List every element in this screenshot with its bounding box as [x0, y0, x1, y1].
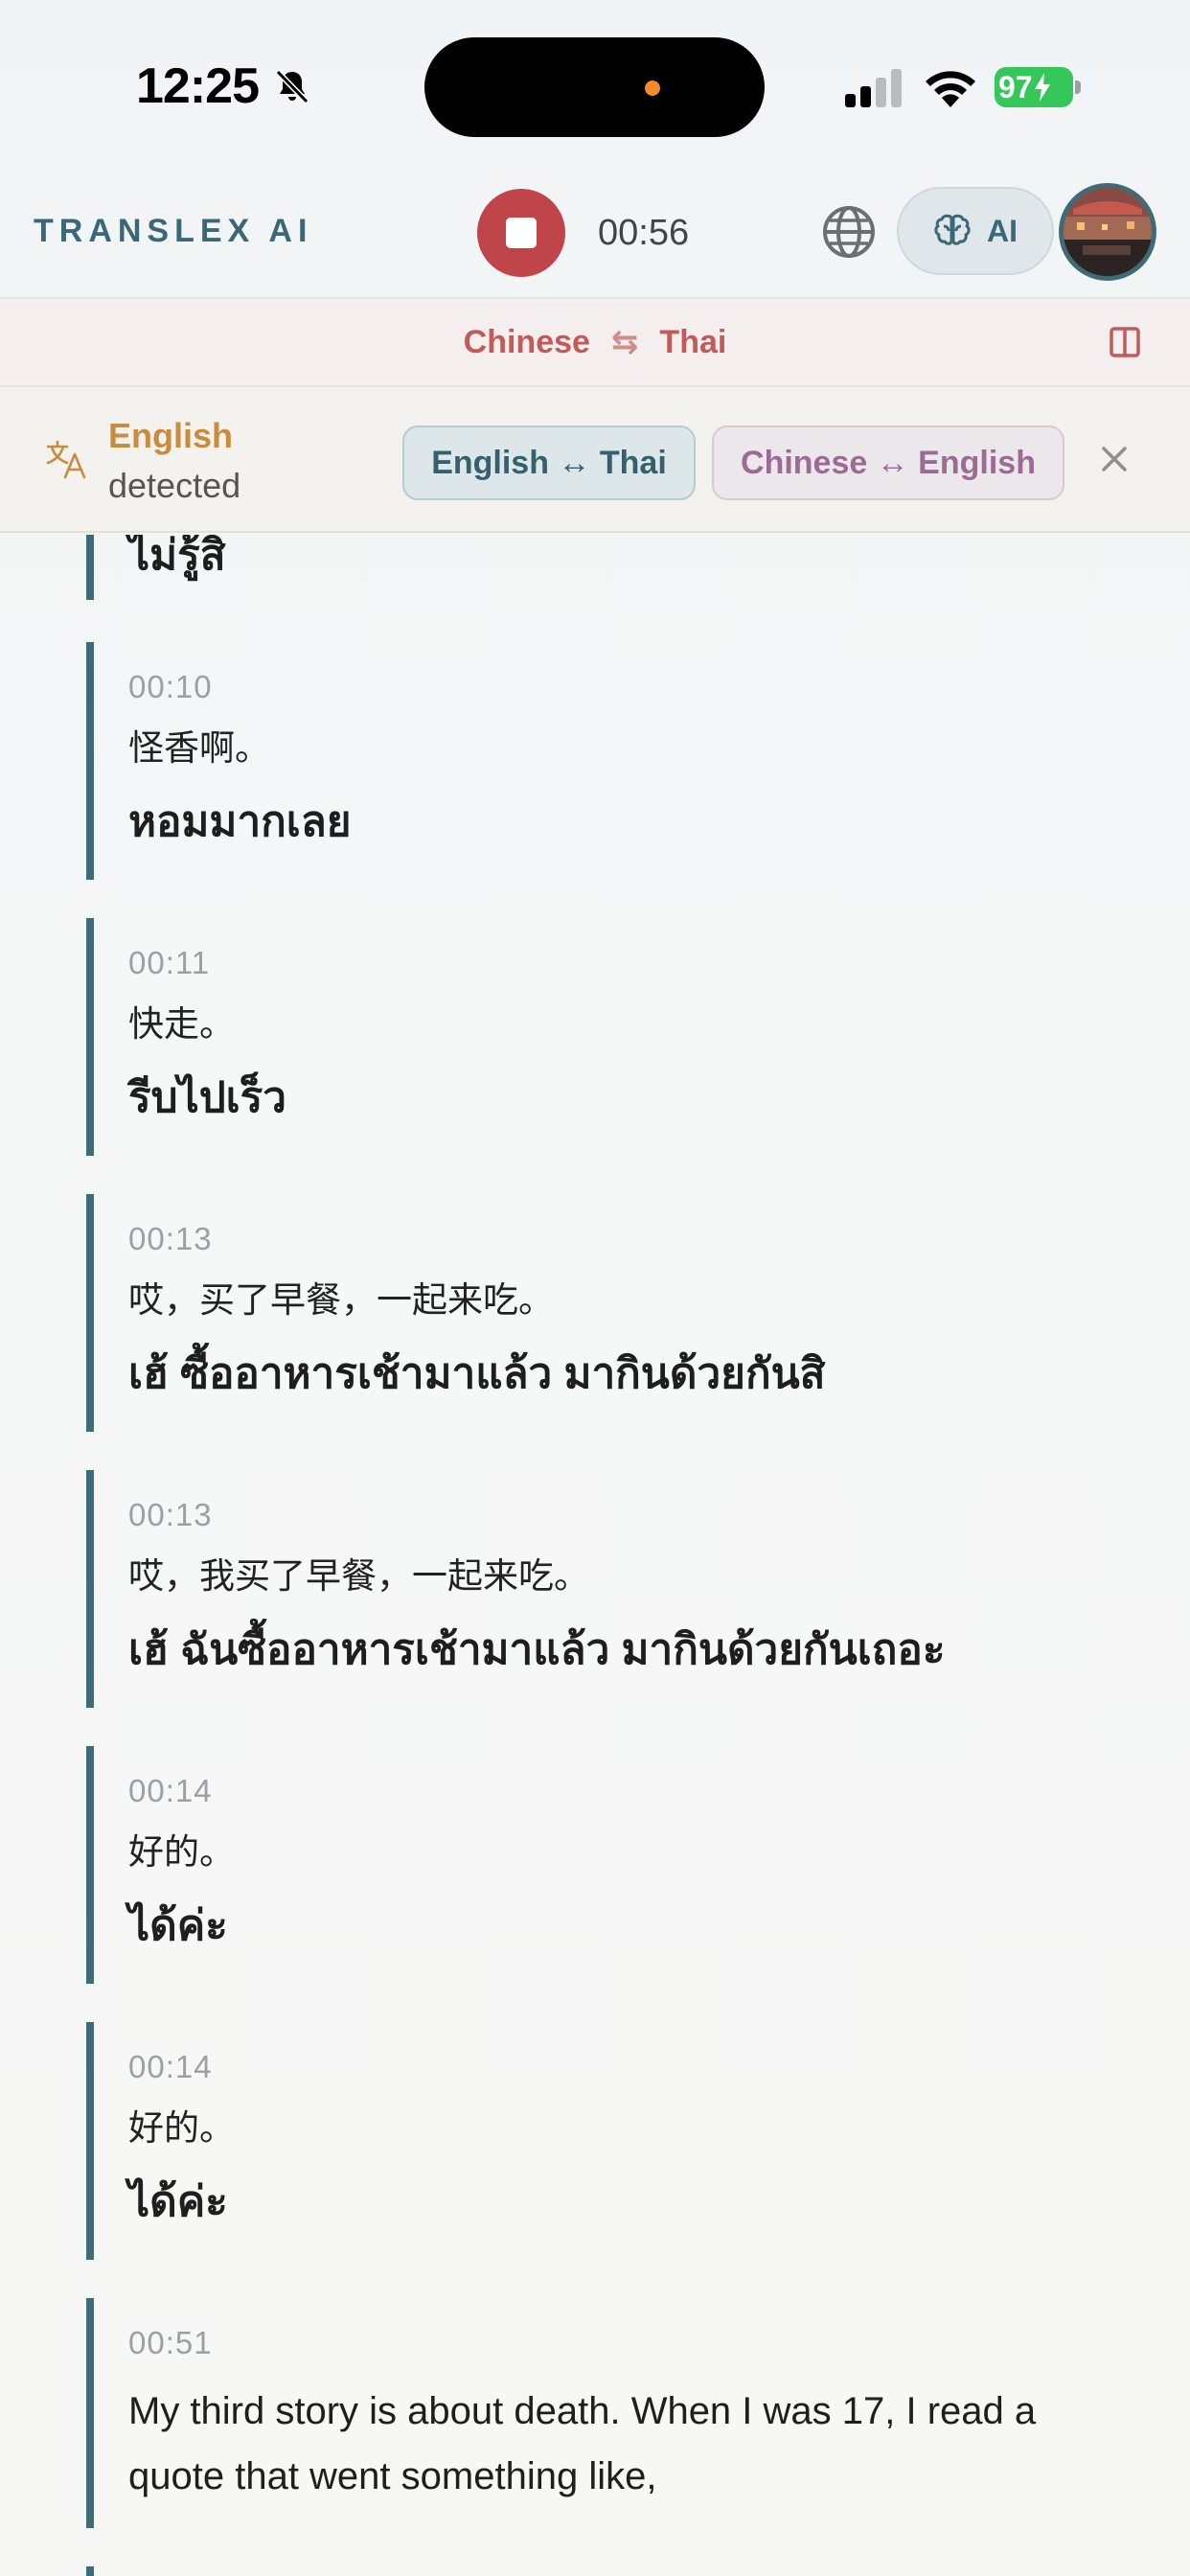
entry-translation: ได้ค่ะ — [128, 1902, 228, 1949]
transcript-list[interactable]: ไม่รู้สิ 00:10 怪香啊。 หอมมากเลย 00:11 快走。 … — [0, 535, 1190, 2576]
mic-indicator-icon — [645, 80, 660, 96]
globe-icon[interactable] — [821, 204, 877, 260]
transcript-entry: 00:10 怪香啊。 หอมมากเลย — [86, 642, 1140, 880]
app-header: TRANSLEX AI 00:56 AI — [0, 172, 1190, 299]
ai-toggle-button[interactable]: AI — [897, 187, 1054, 275]
status-bar: 12:25 97 — [0, 0, 1190, 172]
entry-source-text: My third story is about death. When I wa… — [128, 2390, 1037, 2497]
battery-cap — [1075, 80, 1081, 94]
battery-indicator: 97 — [995, 67, 1073, 107]
transcript-entry: 00:51 My third story is about death. Whe… — [86, 2298, 1140, 2528]
entry-source-text: 哎，我买了早餐，一起来吃。 — [128, 1556, 589, 1596]
transcript-entry: 00:14 好的。 ได้ค่ะ — [86, 1746, 1140, 1984]
entry-translation: ได้ค่ะ — [128, 2178, 228, 2225]
transcript-entry: 00:13 哎，我买了早餐，一起来吃。 เฮ้ ฉันซื้ออาหารเช้า… — [86, 1470, 1140, 1708]
english-thai-option-button[interactable]: English ↔ Thai — [402, 426, 696, 500]
swap-arrows-icon[interactable]: ⇆ — [611, 323, 639, 361]
recording-timer: 00:56 — [598, 213, 690, 253]
language-detected-banner: English detected English ↔ Thai Chinese … — [0, 385, 1190, 533]
brain-icon — [934, 214, 971, 245]
status-time: 12:25 — [136, 58, 260, 114]
entry-timestamp: 00:14 — [128, 1773, 213, 1808]
entry-timestamp: 00:51 — [128, 2325, 213, 2360]
entry-timestamp: 00:13 — [128, 1497, 213, 1532]
source-language[interactable]: Chinese — [464, 324, 590, 361]
entry-timestamp: 00:10 — [128, 669, 213, 704]
entry-source-text: 怪香啊。 — [128, 728, 270, 768]
transcript-entry: ไม่รู้สิ — [86, 535, 1140, 600]
dynamic-island — [424, 37, 765, 137]
avatar-photo — [1064, 188, 1152, 276]
translate-icon — [46, 440, 86, 479]
entry-timestamp: 00:14 — [128, 2049, 213, 2084]
transcript-entry — [86, 2566, 1140, 2576]
entry-translation: ไม่รู้สิ — [128, 535, 226, 579]
target-language[interactable]: Thai — [659, 324, 726, 361]
app-brand: TRANSLEX AI — [34, 213, 313, 249]
cellular-signal-icon — [845, 69, 902, 107]
chinese-english-option-button[interactable]: Chinese ↔ English — [712, 426, 1064, 500]
transcript-entry: 00:13 哎，买了早餐，一起来吃。 เฮ้ ซื้ออาหารเช้ามาแล… — [86, 1194, 1140, 1432]
entry-timestamp: 00:13 — [128, 1221, 213, 1256]
entry-translation: หอมมากเลย — [128, 798, 352, 845]
detected-language: English — [108, 416, 234, 455]
language-pair-bar[interactable]: Chinese ⇆ Thai — [0, 301, 1190, 383]
bell-slash-icon — [275, 69, 309, 104]
ai-label: AI — [987, 213, 1018, 248]
entry-source-text: 好的。 — [128, 1832, 235, 1872]
split-view-icon[interactable] — [1110, 327, 1140, 357]
charging-bolt-icon — [1034, 73, 1050, 102]
stop-icon — [506, 218, 537, 248]
transcript-entry: 00:11 快走。 รีบไปเร็ว — [86, 918, 1140, 1156]
stop-recording-button[interactable] — [477, 189, 565, 277]
wifi-icon — [926, 71, 975, 107]
entry-source-text: 好的。 — [128, 2108, 235, 2148]
detected-label: detected — [108, 466, 241, 505]
entry-translation: รีบไปเร็ว — [128, 1074, 286, 1121]
entry-translation: เฮ้ ซื้ออาหารเช้ามาแล้ว มากินด้วยกันสิ — [128, 1350, 826, 1397]
entry-source-text: 哎，买了早餐，一起来吃。 — [128, 1280, 554, 1320]
entry-timestamp: 00:11 — [128, 945, 211, 980]
entry-translation: เฮ้ ฉันซื้ออาหารเช้ามาแล้ว มากินด้วยกันเ… — [128, 1626, 946, 1673]
battery-level: 97 — [998, 69, 1033, 104]
close-icon[interactable] — [1098, 443, 1131, 475]
user-avatar[interactable] — [1059, 183, 1156, 281]
entry-source-text: 快走。 — [128, 1004, 235, 1044]
transcript-entry: 00:14 好的。 ได้ค่ะ — [86, 2022, 1140, 2260]
